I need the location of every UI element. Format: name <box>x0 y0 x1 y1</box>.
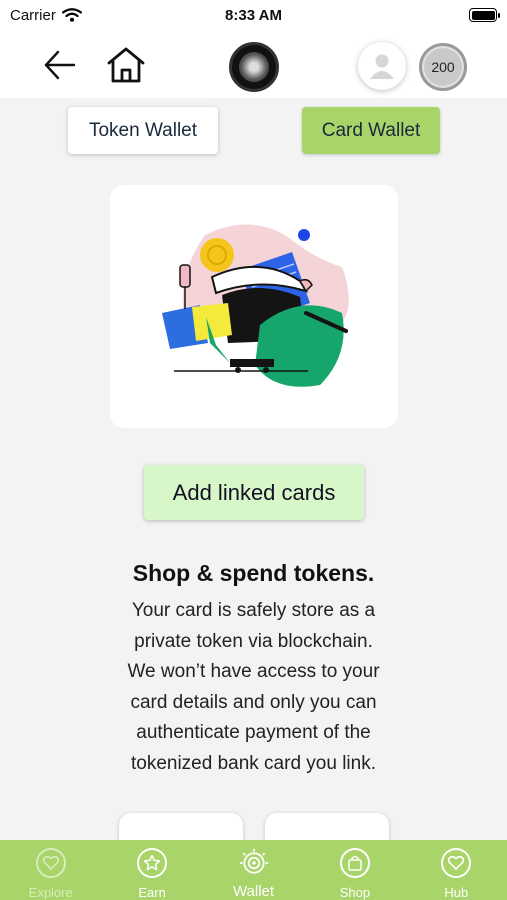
info-body: Your card is safely store as a private t… <box>100 596 407 780</box>
carrier-label: Carrier <box>10 6 56 24</box>
info-line: We won’t have access to your <box>127 661 380 683</box>
tab-card-wallet[interactable]: Card Wallet <box>302 107 440 154</box>
nav-label: Explore <box>28 885 73 900</box>
add-linked-cards-button[interactable]: Add linked cards <box>144 465 364 520</box>
status-bar: Carrier 8:33 AM <box>0 0 507 30</box>
status-time: 8:33 AM <box>225 6 282 24</box>
info-line: authenticate payment of the <box>136 722 371 744</box>
nav-label: Wallet <box>232 883 275 900</box>
bottom-nav: Explore Earn Wallet Shop Hub <box>0 840 507 900</box>
status-left: Carrier <box>10 7 82 24</box>
arrow-left-icon[interactable] <box>42 48 78 82</box>
wifi-icon <box>61 8 82 22</box>
info-line: tokenized bank card you link. <box>130 752 377 774</box>
nav-label: Earn <box>138 885 166 900</box>
user-icon <box>370 54 394 79</box>
info-line: private token via blockchain. <box>134 630 373 652</box>
shopping-bag-icon <box>339 848 370 878</box>
nav-label: Hub <box>444 885 469 900</box>
battery-icon <box>469 8 500 22</box>
star-icon <box>137 848 168 878</box>
wallet-icon <box>239 848 268 874</box>
nav-label: Shop <box>339 885 371 900</box>
tab-token-wallet[interactable]: Token Wallet <box>68 107 218 154</box>
nav-item-shop[interactable]: Shop <box>304 840 405 900</box>
nav-item-earn[interactable]: Earn <box>101 840 202 900</box>
info-line: Your card is safely store as a <box>131 600 376 621</box>
nav-item-wallet[interactable]: Wallet <box>203 840 304 900</box>
info-title: Shop & spend tokens. <box>132 560 375 586</box>
home-icon[interactable] <box>105 44 147 86</box>
explore-icon <box>35 848 66 878</box>
heart-icon <box>441 848 472 878</box>
nav-item-explore[interactable]: Explore <box>0 840 101 900</box>
top-nav: 200 <box>0 30 507 98</box>
token-count-badge[interactable]: 200 <box>419 43 467 91</box>
shopping-illustration <box>162 224 349 387</box>
nav-item-hub[interactable]: Hub <box>406 840 507 900</box>
avatar[interactable] <box>358 42 406 90</box>
info-line: card details and only you can <box>130 691 377 713</box>
illustration-card <box>110 185 398 428</box>
brand-logo <box>229 42 279 92</box>
